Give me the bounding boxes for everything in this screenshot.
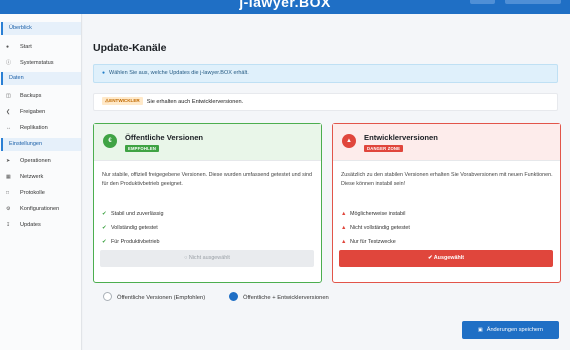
info-alert: ● Wählen Sie aus, welche Updates die j-la… — [93, 64, 558, 83]
check-circle-icon: ✔ — [427, 255, 433, 261]
download-icon: ↧ — [6, 222, 11, 228]
public-card-description: Nur stabile, offiziell freigegebene Vers… — [102, 172, 312, 187]
dev-card-description: Zusätzlich zu den stabilen Versionen erh… — [341, 172, 553, 187]
flask-icon: ▲ — [342, 134, 356, 148]
sidebar-section-settings[interactable]: Einstellungen — [1, 138, 81, 151]
share-icon: ❮ — [6, 109, 11, 115]
save-icon: ▣ — [477, 327, 483, 333]
gears-icon: ⚙ — [6, 206, 11, 212]
dev-card-title: Entwicklerversionen — [364, 133, 438, 142]
sidebar-item-replikation[interactable]: ↔ Replikation — [6, 122, 80, 134]
sidebar-item-protokolle[interactable]: □ Protokolle — [6, 187, 80, 199]
developer-notice: ⚠ENTWICKLER Sie erhalten auch Entwicklerv… — [93, 93, 558, 111]
public-card-title: Öffentliche Versionen — [125, 133, 204, 142]
database-icon: ◫ — [6, 93, 11, 99]
sidebar-item-systemstatus[interactable]: ⓘ Systemstatus — [6, 57, 80, 69]
dev-feature-item: ▲ Möglicherweise instabil — [341, 211, 406, 217]
warning-icon: ▲ — [341, 211, 347, 217]
header-user-button[interactable] — [505, 0, 561, 4]
sync-icon: ↔ — [6, 125, 11, 131]
channel-radio-group: Öffentliche Versionen (Empfohlen) Öffent… — [93, 292, 558, 306]
check-icon: ✔ — [102, 225, 107, 231]
sidebar-item-freigaben[interactable]: ❮ Freigaben — [6, 106, 80, 118]
sidebar-item-konfigurationen[interactable]: ⚙ Konfigurationen — [6, 203, 80, 215]
radio-public[interactable]: Öffentliche Versionen (Empfohlen) — [103, 292, 205, 303]
sidebar-section-data[interactable]: Daten — [1, 72, 81, 85]
developer-notice-text: Sie erhalten auch Entwicklerversionen. — [146, 99, 244, 105]
info-alert-text: Wählen Sie aus, welche Updates die j-law… — [109, 70, 249, 76]
radio-public-dev[interactable]: Öffentliche + Entwicklerversionen — [229, 292, 329, 303]
dev-feature-item: ▲ Nur für Testzwecke — [341, 239, 396, 245]
sidebar: Überblick ● Start ⓘ Systemstatus Daten ◫ Ba… — [0, 14, 82, 350]
circle-icon: ○ — [184, 255, 188, 261]
info-circle-icon: ● — [102, 70, 106, 76]
public-feature-item: ✔ Für Produktivbetrieb — [102, 239, 160, 245]
warning-icon: ▲ — [341, 239, 347, 245]
public-feature-item: ✔ Vollständig getestet — [102, 225, 158, 231]
info-icon: ⓘ — [6, 60, 12, 66]
home-icon: ● — [6, 44, 10, 50]
selected-button[interactable]: ✔ Ausgewählt — [339, 250, 553, 267]
header-button[interactable] — [470, 0, 495, 4]
check-icon: ✔ — [102, 211, 107, 217]
sidebar-item-start[interactable]: ● Start — [6, 41, 80, 53]
public-card-header: € Öffentliche Versionen EMPFOHLEN — [94, 124, 321, 161]
main-content: Update-Kanäle ● Wählen Sie aus, welche Up… — [83, 14, 570, 350]
recommended-badge: EMPFOHLEN — [125, 145, 160, 152]
sidebar-section-overview[interactable]: Überblick — [1, 22, 81, 35]
sidebar-item-operationen[interactable]: ➤ Operationen — [6, 155, 80, 167]
page-title: Update-Kanäle — [93, 42, 167, 54]
top-bar: j-lawyer.BOX — [0, 0, 570, 14]
not-selected-button[interactable]: ○ Nicht ausgewählt — [100, 250, 314, 267]
save-changes-button[interactable]: ▣ Änderungen speichern — [462, 321, 559, 339]
radio-circle-checked[interactable] — [229, 292, 238, 301]
rocket-icon: ➤ — [6, 158, 11, 164]
sidebar-item-netzwerk[interactable]: ▦ Netzwerk — [6, 171, 80, 183]
sidebar-item-backups[interactable]: ◫ Backups — [6, 90, 80, 102]
dev-card-header: ▲ Entwicklerversionen DANGER ZONE — [333, 124, 560, 161]
danger-zone-badge: DANGER ZONE — [364, 145, 404, 152]
developer-badge: ⚠ENTWICKLER — [102, 97, 143, 105]
dev-feature-item: ▲ Nicht vollständig getestet — [341, 225, 410, 231]
network-icon: ▦ — [6, 174, 11, 180]
developer-versions-card[interactable]: ▲ Entwicklerversionen DANGER ZONE Zusätz… — [332, 123, 561, 283]
sidebar-item-updates[interactable]: ↧ Updates — [6, 219, 80, 231]
public-versions-card[interactable]: € Öffentliche Versionen EMPFOHLEN Nur st… — [93, 123, 322, 283]
euro-icon: € — [103, 134, 117, 148]
public-feature-item: ✔ Stabil und zuverlässig — [102, 211, 164, 217]
warning-icon: ▲ — [341, 225, 347, 231]
check-icon: ✔ — [102, 239, 107, 245]
radio-circle-unchecked[interactable] — [103, 292, 112, 301]
file-icon: □ — [6, 190, 10, 196]
